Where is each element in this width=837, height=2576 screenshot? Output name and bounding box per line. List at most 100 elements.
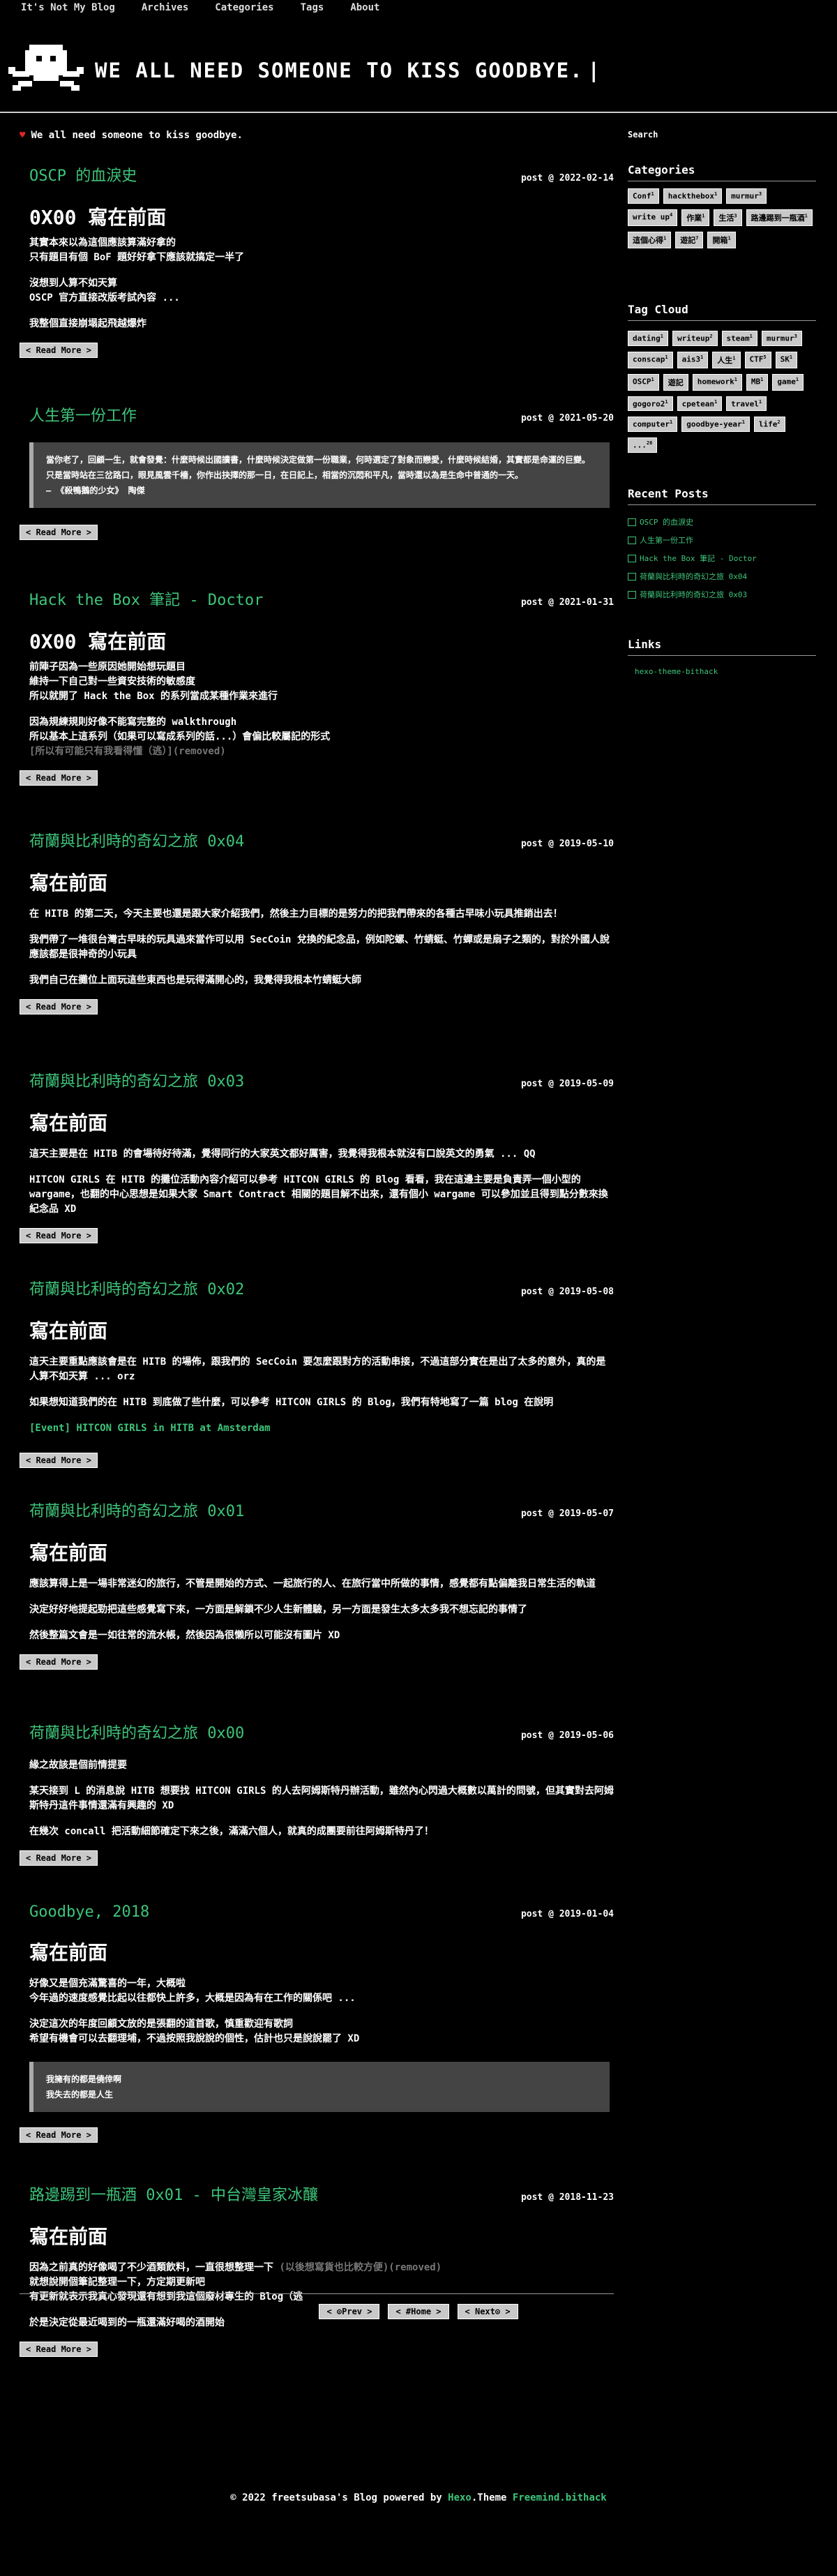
post-title-link[interactable]: 荷蘭與比利時的奇幻之旅 0x00	[29, 1721, 244, 1743]
tag-chip[interactable]: life2	[753, 417, 785, 432]
read-more-button[interactable]: < Read More >	[20, 2342, 98, 2357]
tag-chip[interactable]: dating1	[628, 331, 668, 346]
category-tag[interactable]: 開箱1	[707, 231, 736, 248]
home-page-button[interactable]: < #Home >	[388, 2304, 449, 2319]
post-date: post @ 2019-05-06	[520, 1730, 614, 1741]
tag-chip[interactable]: travel1	[726, 396, 767, 412]
recent-post-item[interactable]: Hack the Box 筆記 - Doctor	[628, 553, 816, 564]
post-title-link[interactable]: 荷蘭與比利時的奇幻之旅 0x02	[29, 1277, 244, 1299]
removed-text: [所以有可能只有我看得懂（逃）](removed)	[29, 746, 226, 757]
post-date: post @ 2019-01-04	[520, 1909, 614, 1919]
tag-chip[interactable]: cpetean1	[677, 396, 723, 412]
top-nav: It's Not My Blog Archives Categories Tag…	[0, 0, 837, 15]
post-date: post @ 2019-05-07	[520, 1508, 614, 1519]
nav-home-link[interactable]: It's Not My Blog	[21, 2, 115, 13]
tag-cloud-section: Tag Cloud dating1 writeup2 steam1 murmur…	[628, 303, 816, 453]
tag-chip[interactable]: writeup2	[672, 331, 718, 346]
category-tag[interactable]: 路邊踢到一瓶酒1	[746, 209, 813, 226]
post-title-link[interactable]: Hack the Box 筆記 - Doctor	[29, 587, 263, 610]
read-more-button[interactable]: < Read More >	[20, 1850, 98, 1866]
post-title-link[interactable]: 人生第一份工作	[29, 403, 137, 426]
tag-chip[interactable]: 人生1	[712, 351, 741, 368]
tag-chip[interactable]: steam1	[721, 331, 757, 346]
post-text: 這天主要重點應該會是在 HITB 的場佈，跟我們的 SecCoin 要怎麼跟對方…	[29, 1356, 606, 1382]
tag-more-chip[interactable]: ...26	[628, 437, 658, 453]
category-tag[interactable]: 遊記7	[675, 231, 704, 248]
tag-chip[interactable]: CTF5	[744, 351, 771, 368]
tag-chip[interactable]: 遊記	[663, 373, 688, 391]
read-more-button[interactable]: < Read More >	[20, 1453, 98, 1468]
tag-chip[interactable]: MB1	[746, 373, 769, 391]
post-title-link[interactable]: 荷蘭與比利時的奇幻之旅 0x03	[29, 1069, 244, 1091]
read-more-button[interactable]: < Read More >	[20, 999, 98, 1014]
post-heading: 寫在前面	[29, 1111, 108, 1135]
post-date: post @ 2019-05-10	[520, 839, 614, 849]
post-title-link[interactable]: 路邊踢到一瓶酒 0x01 - 中台灣皇家冰釀	[29, 2182, 318, 2205]
read-more-button[interactable]: < Read More >	[20, 2127, 98, 2143]
pagination: < ⊙Prev > < #Home > < Next⊙ >	[0, 2304, 837, 2319]
read-more-button[interactable]: < Read More >	[20, 1654, 98, 1670]
post-title-link[interactable]: OSCP 的血淚史	[29, 163, 137, 186]
recent-post-item[interactable]: 荷蘭與比利時的奇幻之旅 0x04	[628, 571, 816, 582]
post-date: post @ 2022-02-14	[520, 173, 614, 184]
category-tag[interactable]: murmur3	[726, 188, 767, 204]
post-text: 所以就開了 Hack the Box 的系列當成某種作業來進行	[29, 691, 278, 702]
post-title-link[interactable]: 荷蘭與比利時的奇幻之旅 0x04	[29, 829, 244, 851]
tag-chip[interactable]: homework1	[692, 373, 742, 391]
blockquote: 我擁有的都是僥倖啊 我失去的都是人生	[29, 2062, 610, 2112]
post-text: 維持一下自己對一些資安技術的敏感度	[29, 676, 195, 687]
post-heading: 寫在前面	[29, 1319, 108, 1342]
tag-chip[interactable]: conscap1	[628, 351, 673, 368]
recent-post-item[interactable]: 荷蘭與比利時的奇幻之旅 0x03	[628, 589, 816, 600]
tag-chip[interactable]: gogoro21	[628, 396, 673, 412]
theme-footer-link[interactable]: Freemind.bithack	[513, 2492, 607, 2503]
read-more-button[interactable]: < Read More >	[20, 343, 98, 358]
quote-text: — 《殺鴨鵝的少女》 陶傑	[46, 486, 145, 495]
read-more-button[interactable]: < Read More >	[20, 525, 98, 540]
post-heading: 0X00 寫在前面	[29, 206, 167, 229]
recent-post-item[interactable]: OSCP 的血淚史	[628, 516, 816, 527]
tag-chip[interactable]: game1	[772, 373, 804, 391]
categories-section: Categories Conf1 hackthebox1 murmur3 wri…	[628, 163, 816, 248]
post-card: OSCP 的血淚史 post @ 2022-02-14 0X00 寫在前面 其實本…	[20, 163, 614, 358]
post-title-link[interactable]: 荷蘭與比利時的奇幻之旅 0x01	[29, 1499, 244, 1521]
post-icon	[628, 554, 636, 562]
read-more-button[interactable]: < Read More >	[20, 1228, 98, 1243]
post-text: 我們帶了一堆很台灣古早味的玩具過來當作可以用 SecCoin 兌換的紀念品，例如…	[29, 934, 610, 960]
search-box[interactable]: Search	[628, 130, 658, 140]
category-tag[interactable]: 作業1	[681, 209, 710, 226]
next-page-button[interactable]: < Next⊙ >	[457, 2304, 518, 2319]
post-text: OSCP 官方直接改版考試內容 ...	[29, 292, 180, 304]
prev-page-button[interactable]: < ⊙Prev >	[319, 2304, 380, 2319]
recent-post-item[interactable]: 人生第一份工作	[628, 534, 816, 546]
banner-title: WE ALL NEED SOMEONE TO KISS GOODBYE. |	[95, 59, 602, 82]
nav-tags-link[interactable]: Tags	[301, 2, 324, 13]
nav-archives-link[interactable]: Archives	[142, 2, 188, 13]
post-card: Hack the Box 筆記 - Doctor post @ 2021-01-3…	[20, 587, 614, 786]
category-tag[interactable]: write up4	[628, 209, 678, 226]
tag-chip[interactable]: ais31	[677, 351, 709, 368]
tag-chip[interactable]: SK1	[775, 351, 798, 368]
hexo-link[interactable]: Hexo	[448, 2492, 472, 2503]
category-tag[interactable]: 這個心得1	[628, 231, 672, 248]
theme-link[interactable]: hexo-theme-bithack	[635, 667, 816, 676]
category-tag[interactable]: Conf1	[628, 188, 659, 204]
nav-about-link[interactable]: About	[350, 2, 379, 13]
post-heading: 寫在前面	[29, 1541, 108, 1564]
nav-categories-link[interactable]: Categories	[215, 2, 273, 13]
read-more-button[interactable]: < Read More >	[20, 770, 98, 786]
tag-chip[interactable]: computer1	[628, 417, 678, 432]
categories-title: Categories	[628, 163, 695, 177]
post-text: 我整個直接崩塌起飛越爆炸	[29, 318, 146, 329]
recent-posts-list: OSCP 的血淚史 人生第一份工作 Hack the Box 筆記 - Doct…	[628, 516, 816, 600]
tag-chip[interactable]: murmur3	[761, 331, 802, 346]
tag-chip[interactable]: OSCP1	[628, 373, 659, 391]
post-text: 有更新就表示我真心發現還有想到我這個廢材專生的 Blog（逃	[29, 2291, 303, 2302]
event-link[interactable]: [Event] HITCON GIRLS in HITB at Amsterda…	[29, 1421, 614, 1436]
tag-cloud: dating1 writeup2 steam1 murmur3 conscap1…	[628, 331, 816, 453]
tag-chip[interactable]: goodbye-year1	[681, 417, 750, 432]
category-tag[interactable]: 生活3	[714, 209, 742, 226]
category-tag[interactable]: hackthebox1	[663, 188, 723, 204]
post-title-link[interactable]: Goodbye, 2018	[29, 1903, 149, 1921]
content-divider	[20, 2293, 614, 2294]
